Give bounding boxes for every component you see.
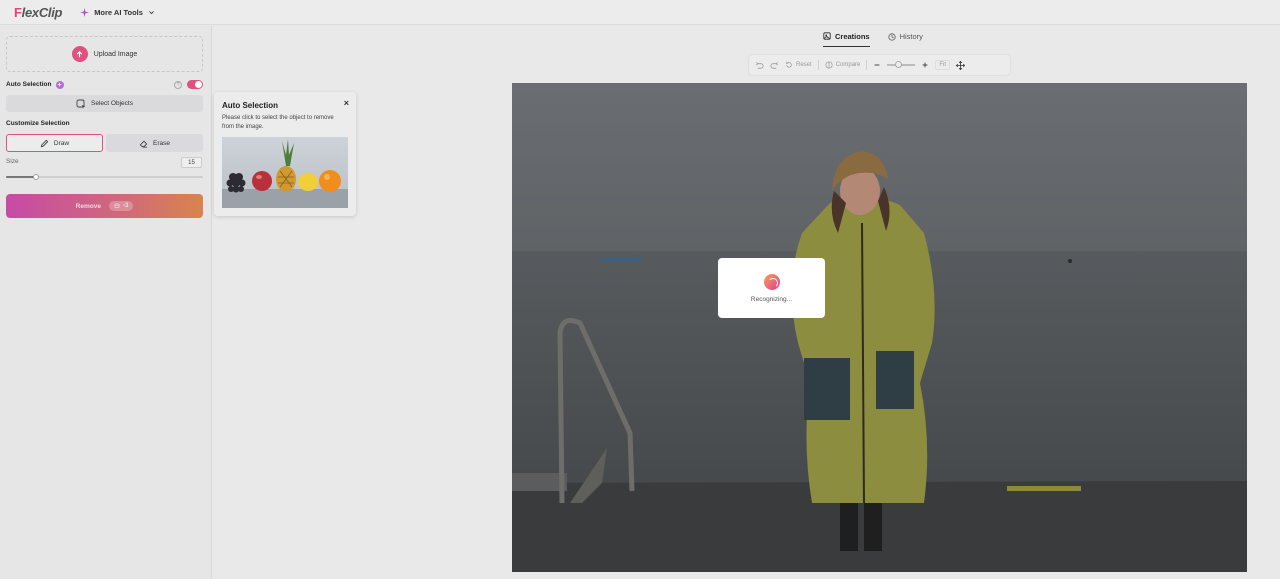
pencil-icon: [40, 139, 49, 147]
eraser-icon: [139, 140, 148, 148]
sparkle-icon: [80, 7, 90, 17]
left-panel: Upload Image Auto Selection ? Select Obj…: [0, 26, 212, 579]
upload-image-label: Upload Image: [93, 50, 138, 58]
size-slider[interactable]: [6, 174, 203, 180]
zoom-out-icon[interactable]: [873, 61, 881, 69]
select-objects-button[interactable]: Select Objects: [6, 95, 203, 112]
size-value-input[interactable]: 15: [181, 157, 202, 168]
customize-selection-label: Customize Selection: [6, 120, 70, 127]
erase-button[interactable]: Erase: [106, 134, 203, 152]
tab-history[interactable]: History: [887, 26, 923, 47]
logo-letter: F: [14, 4, 22, 20]
clock-icon: [887, 32, 896, 41]
upload-image-button[interactable]: Upload Image: [6, 36, 203, 72]
view-tabs: Creations History: [823, 26, 923, 47]
fit-button[interactable]: Fit: [935, 60, 951, 70]
redo-icon[interactable]: [770, 61, 779, 70]
zoom-in-icon[interactable]: [921, 61, 929, 69]
auto-selection-label: Auto Selection: [6, 81, 52, 88]
erase-label: Erase: [153, 139, 170, 147]
recognizing-text: Recognizing...: [750, 295, 793, 303]
credit-coin-icon: [114, 203, 120, 208]
chevron-down-icon: [148, 10, 154, 14]
zoom-slider[interactable]: [887, 61, 916, 68]
loading-spinner-icon: [763, 273, 780, 290]
undo-icon[interactable]: [755, 61, 764, 70]
flexclip-logo[interactable]: FlexClip: [14, 5, 62, 20]
size-row: Size: [6, 158, 203, 165]
more-ai-tools-menu[interactable]: More AI Tools: [80, 7, 155, 17]
size-slider-handle[interactable]: [32, 174, 39, 180]
reset-label: Reset: [796, 62, 812, 68]
compare-icon: [825, 61, 833, 69]
draw-label: Draw: [53, 139, 70, 147]
reset-icon: [786, 61, 792, 68]
customize-selection-row: Customize Selection: [6, 120, 203, 127]
photo-illustration: [512, 83, 1247, 572]
move-icon[interactable]: [956, 60, 966, 70]
credit-count: -3: [122, 203, 129, 209]
upload-icon: [71, 46, 88, 62]
compare-button[interactable]: Compare: [825, 61, 861, 69]
tab-creations[interactable]: Creations: [823, 26, 870, 47]
remove-button[interactable]: Remove -3: [6, 194, 203, 218]
tab-history-label: History: [899, 32, 923, 41]
draw-button[interactable]: Draw: [6, 134, 103, 152]
main-canvas-area: Creations History Reset Compare Fit Reco…: [213, 26, 1280, 579]
ai-badge-icon: [55, 80, 64, 89]
compare-label: Compare: [835, 62, 861, 68]
size-slider-fill: [6, 176, 36, 178]
remove-label: Remove: [75, 202, 101, 210]
tab-creations-label: Creations: [835, 31, 870, 41]
size-label: Size: [6, 158, 19, 165]
help-icon[interactable]: ?: [174, 80, 182, 89]
auto-selection-row: Auto Selection ?: [6, 80, 203, 89]
canvas-toolbar: Reset Compare Fit: [749, 55, 1010, 75]
credit-badge: -3: [108, 201, 134, 211]
recognizing-dialog: Recognizing...: [718, 258, 825, 318]
select-objects-label: Select Objects: [91, 100, 133, 107]
select-objects-icon: [76, 99, 86, 109]
top-header: FlexClip More AI Tools: [0, 0, 1280, 25]
toolbar-divider: [866, 60, 868, 70]
logo-text: lexClip: [21, 4, 63, 20]
edited-photo[interactable]: [512, 83, 1247, 572]
auto-selection-toggle[interactable]: [187, 80, 203, 89]
more-ai-tools-label: More AI Tools: [94, 7, 143, 17]
toolbar-divider: [817, 60, 819, 70]
zoom-slider-handle[interactable]: [895, 61, 903, 68]
reset-button[interactable]: Reset: [785, 61, 812, 69]
image-icon: [823, 32, 831, 40]
